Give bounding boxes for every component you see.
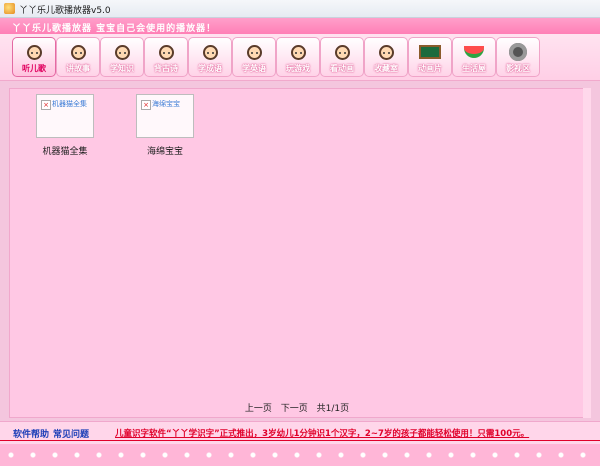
broken-image-icon: × [41,100,51,110]
thumbnail-alt-text: 机器猫全集 [52,100,87,108]
tab-poems[interactable]: 背古诗 [144,37,188,77]
princess-icon [374,41,398,63]
girl-reciting-icon [154,41,178,63]
page-summary: 共1/1页 [316,404,350,414]
watermelon-icon [462,41,486,63]
boy-playing-icon [286,41,310,63]
tab-english[interactable]: 学英语 [232,37,276,77]
tab-animation[interactable]: 看动画 [320,37,364,77]
tab-favorites[interactable]: 收藏室 [364,37,408,77]
category-toolbar: 听儿歌 讲故事 学知识 背古诗 学成语 学英语 玩游戏 看动画 收藏室 动画片 … [0,34,600,81]
film-reel-icon [506,41,530,63]
slogan-banner: 丫丫乐儿歌播放器 宝宝自己会使用的播放器！ [0,18,600,34]
window-titlebar: 丫丫乐儿歌播放器v5.0 [0,0,600,18]
help-link[interactable]: 软件帮助 [13,427,49,440]
item-thumbnail[interactable]: × 海绵宝宝 [136,94,194,138]
slogan-text: 丫丫乐儿歌播放器 宝宝自己会使用的播放器！ [12,24,217,34]
item-caption[interactable]: 机器猫全集 [34,144,96,157]
tab-movies[interactable]: 影视区 [496,37,540,77]
tab-label: 收藏室 [374,64,398,73]
item-caption[interactable]: 海绵宝宝 [134,144,196,157]
boy-reading-icon [66,41,90,63]
prev-page-link[interactable]: 上一页 [245,404,272,414]
thumbnail-alt-text: 海绵宝宝 [152,100,180,108]
tab-listen-songs[interactable]: 听儿歌 [12,37,56,77]
list-item[interactable]: × 海绵宝宝 海绵宝宝 [134,94,196,157]
faq-link[interactable]: 常见问题 [53,427,89,440]
tab-cartoons[interactable]: 动画片 [408,37,452,77]
girl-watching-icon [330,41,354,63]
tab-stories[interactable]: 讲故事 [56,37,100,77]
next-page-link[interactable]: 下一页 [281,404,308,414]
tab-label: 生活屋 [462,64,486,73]
tab-label: 学成语 [198,64,222,73]
scrollbar[interactable] [583,88,591,418]
pagination: 上一页 下一页 共1/1页 [10,401,584,414]
tab-knowledge[interactable]: 学知识 [100,37,144,77]
app-icon [4,3,15,14]
tab-label: 听儿歌 [22,64,46,73]
broken-image-icon: × [141,100,151,110]
blackboard-icon [418,41,442,63]
girl-english-icon [242,41,266,63]
girl-headphones-icon [22,41,46,63]
tab-games[interactable]: 玩游戏 [276,37,320,77]
decorative-flower-strip [0,444,600,466]
item-thumbnail[interactable]: × 机器猫全集 [36,94,94,138]
tab-label: 影视区 [506,64,530,73]
tab-label: 玩游戏 [286,64,310,73]
footer-bar: 软件帮助 常见问题 儿童识字软件“丫丫学识字”正式推出，3岁幼儿1分钟识1个汉字… [0,421,600,444]
tab-label: 学知识 [110,64,134,73]
tab-life[interactable]: 生活屋 [452,37,496,77]
tab-idioms[interactable]: 学成语 [188,37,232,77]
content-panel: × 机器猫全集 机器猫全集 × 海绵宝宝 海绵宝宝 上一页 下一页 共1/1页 [9,88,585,418]
window-title: 丫丫乐儿歌播放器v5.0 [19,6,111,16]
footer-divider [0,440,600,441]
tab-label: 看动画 [330,64,354,73]
list-item[interactable]: × 机器猫全集 机器猫全集 [34,94,96,157]
tab-label: 背古诗 [154,64,178,73]
tab-label: 学英语 [242,64,266,73]
tab-label: 动画片 [418,64,442,73]
girl-writing-icon [110,41,134,63]
promo-marquee[interactable]: 儿童识字软件“丫丫学识字”正式推出，3岁幼儿1分钟识1个汉字，2~7岁的孩子都能… [115,427,529,439]
girl-book-icon [198,41,222,63]
tab-label: 讲故事 [66,64,90,73]
